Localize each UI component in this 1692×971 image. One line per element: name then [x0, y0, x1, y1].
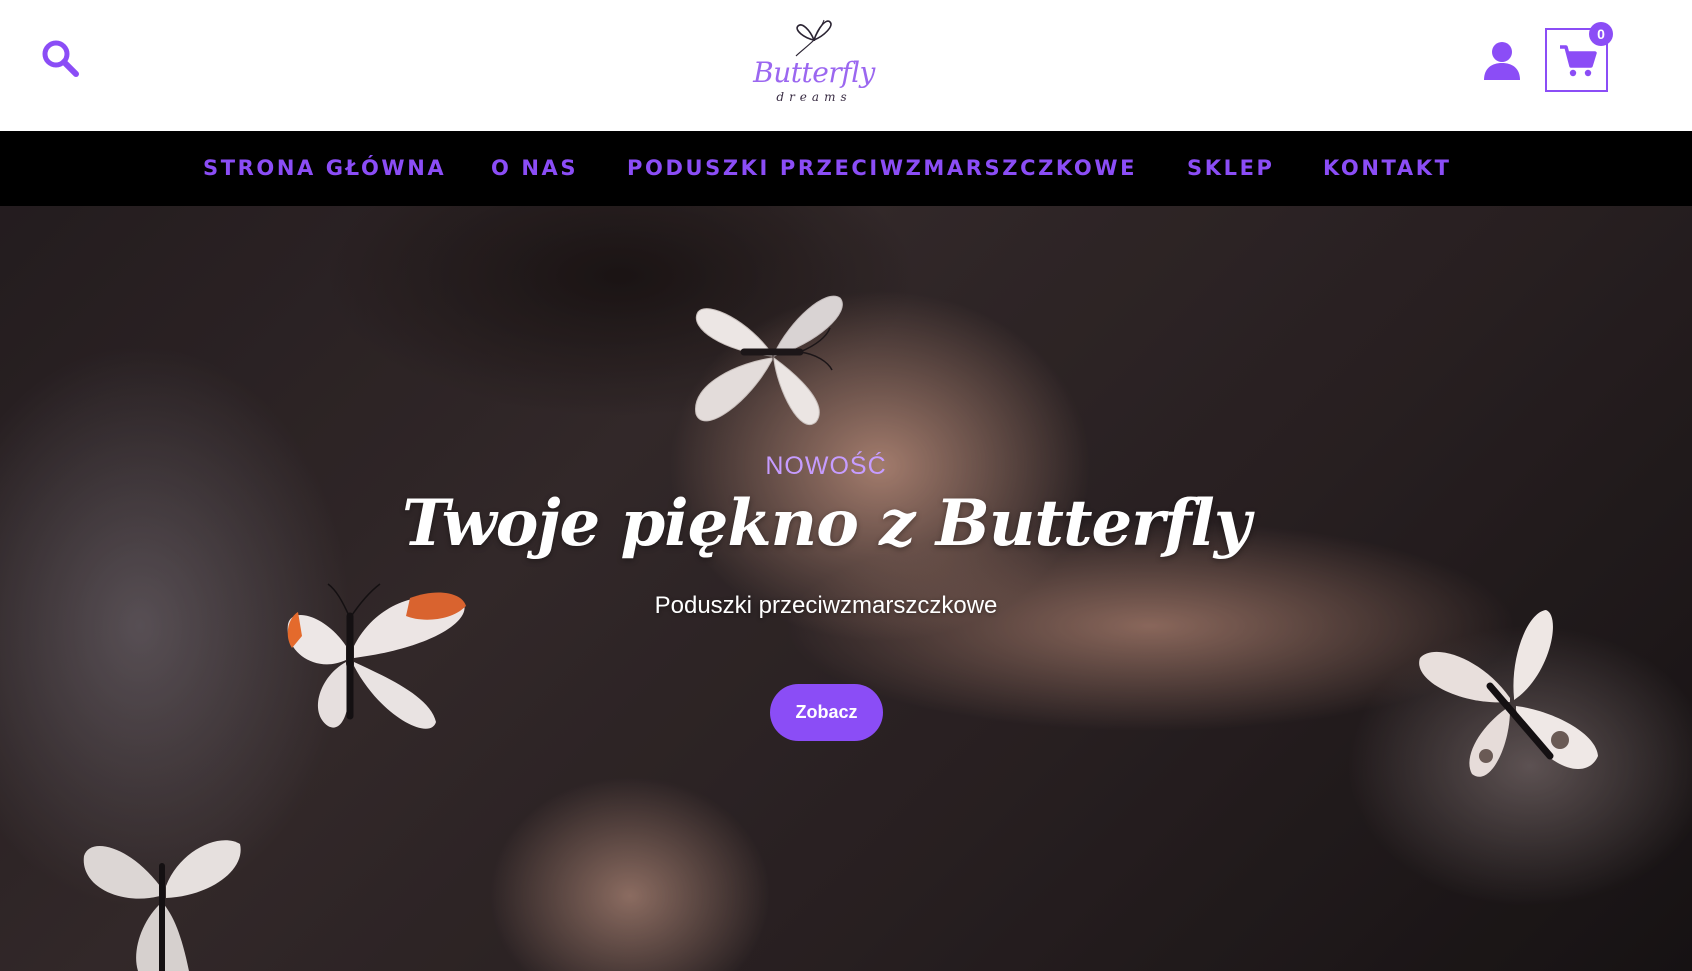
butterfly-decoration — [1419, 610, 1598, 777]
nav-item-pillows[interactable]: PODUSZKI PRZECIWZMARSZCZKOWE — [627, 131, 1137, 206]
cart-icon — [1560, 45, 1597, 77]
nav-item-home[interactable]: STRONA GŁÓWNA — [203, 131, 446, 206]
butterfly-decoration — [695, 295, 843, 425]
logo-tagline: dreams — [776, 90, 852, 104]
main-navigation: STRONA GŁÓWNA O NAS PODUSZKI PRZECIWZMAR… — [0, 131, 1692, 206]
nav-item-shop[interactable]: SKLEP — [1187, 131, 1275, 206]
nav-item-contact[interactable]: KONTAKT — [1323, 131, 1452, 206]
site-logo[interactable]: Butterfly dreams — [752, 12, 876, 108]
hero-cta-button[interactable]: Zobacz — [770, 684, 883, 741]
search-icon — [42, 40, 79, 77]
cart-count-badge: 0 — [1589, 22, 1613, 46]
hero-subtitle: Poduszki przeciwzmarszczkowe — [654, 592, 998, 619]
site-header: Butterfly dreams 0 — [0, 0, 1692, 131]
butterfly-decoration — [83, 840, 241, 971]
account-button[interactable] — [1482, 40, 1522, 82]
hero-title: Twoje piękno z Butterfly — [402, 486, 1251, 561]
logo-wordmark: Butterfly — [753, 56, 875, 89]
user-icon — [1484, 42, 1520, 80]
hero-kicker: NOWOŚĆ — [765, 452, 887, 480]
nav-item-about[interactable]: O NAS — [491, 131, 578, 206]
search-button[interactable] — [40, 38, 80, 78]
hero-banner: NOWOŚĆ Twoje piękno z Butterfly Poduszki… — [0, 206, 1692, 971]
butterfly-logo-icon — [795, 19, 832, 57]
